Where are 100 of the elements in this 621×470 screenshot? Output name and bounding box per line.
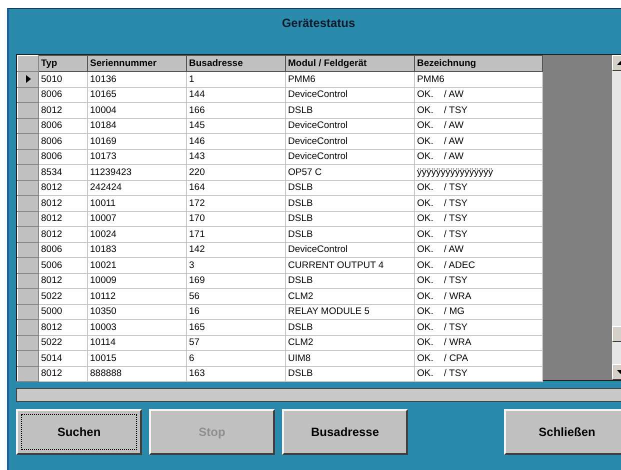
table-cell: OK. / CPA bbox=[414, 350, 542, 366]
table-cell: OK. / TSY bbox=[414, 102, 542, 118]
table-cell: OK. / AW bbox=[414, 87, 542, 102]
table-cell: 170 bbox=[186, 211, 286, 226]
table-cell: DSLB bbox=[286, 196, 414, 211]
table-cell: DeviceControl bbox=[286, 87, 414, 102]
table-cell: 8012 bbox=[38, 226, 88, 242]
table-cell: 8006 bbox=[38, 134, 88, 149]
table-cell: 5014 bbox=[38, 350, 88, 366]
table-cell: 10350 bbox=[88, 304, 186, 320]
table-cell: 10165 bbox=[88, 87, 186, 102]
table-cell: 242424 bbox=[88, 180, 186, 196]
table-cell: 5006 bbox=[38, 258, 88, 273]
table-cell: CLM2 bbox=[286, 335, 414, 350]
table-cell: 8006 bbox=[38, 149, 88, 164]
table-cell: 888888 bbox=[88, 366, 186, 382]
table-cell: 10015 bbox=[88, 350, 186, 366]
table-cell: 5000 bbox=[38, 304, 88, 320]
table-cell: 10169 bbox=[88, 134, 186, 149]
table-cell: 10011 bbox=[88, 196, 186, 211]
table-cell: 10112 bbox=[88, 288, 186, 304]
table-cell: PMM6 bbox=[414, 72, 542, 87]
table-cell: 143 bbox=[186, 149, 286, 164]
table-cell: 57 bbox=[186, 335, 286, 350]
table-cell: CLM2 bbox=[286, 288, 414, 304]
column-header[interactable]: Busadresse bbox=[186, 56, 286, 72]
table-cell: 169 bbox=[186, 273, 286, 288]
table-cell: 10024 bbox=[88, 226, 186, 242]
table-cell: 10009 bbox=[88, 273, 186, 288]
column-header[interactable]: Modul / Feldgerät bbox=[286, 56, 414, 72]
table-cell: DSLB bbox=[286, 366, 414, 382]
column-header[interactable]: Typ bbox=[38, 56, 88, 72]
table-cell: 10136 bbox=[88, 72, 186, 87]
table-cell: DSLB bbox=[286, 102, 414, 118]
table-cell: OK. / MG bbox=[414, 304, 542, 320]
table-cell: 146 bbox=[186, 134, 286, 149]
table-cell: OK. / TSY bbox=[414, 273, 542, 288]
table-cell: 10173 bbox=[88, 149, 186, 164]
table-cell: 145 bbox=[186, 118, 286, 134]
table-cell: 8006 bbox=[38, 87, 88, 102]
table-cell: 220 bbox=[186, 164, 286, 180]
table-cell: DSLB bbox=[286, 320, 414, 335]
table-cell: 1 bbox=[186, 72, 286, 87]
window-title: Gerätestatus bbox=[282, 16, 356, 30]
table-cell: 3 bbox=[186, 258, 286, 273]
table-cell: DeviceControl bbox=[286, 118, 414, 134]
table-cell: OK. / TSY bbox=[414, 196, 542, 211]
table-cell: 163 bbox=[186, 366, 286, 382]
table-cell: OK. / WRA bbox=[414, 288, 542, 304]
search-button[interactable]: Suchen bbox=[16, 409, 142, 455]
table-cell: DSLB bbox=[286, 226, 414, 242]
table-cell: OK. / TSY bbox=[414, 180, 542, 196]
table-cell: 166 bbox=[186, 102, 286, 118]
table-cell: 8012 bbox=[38, 102, 88, 118]
table-cell: 10004 bbox=[88, 102, 186, 118]
table-cell: UIM8 bbox=[286, 350, 414, 366]
table-cell: 11239423 bbox=[88, 164, 186, 180]
table-cell: 10007 bbox=[88, 211, 186, 226]
table-cell: OK. / WRA bbox=[414, 335, 542, 350]
corner-header bbox=[18, 56, 38, 72]
table-cell: 144 bbox=[186, 87, 286, 102]
table-cell: 10021 bbox=[88, 258, 186, 273]
table-cell: 8012 bbox=[38, 273, 88, 288]
table-cell: 172 bbox=[186, 196, 286, 211]
table-cell: DeviceControl bbox=[286, 149, 414, 164]
close-button[interactable]: Schließen bbox=[504, 409, 621, 455]
table-cell: OK. / TSY bbox=[414, 320, 542, 335]
table-cell: DSLB bbox=[286, 273, 414, 288]
table-cell: OK. / AW bbox=[414, 149, 542, 164]
bus-address-button[interactable]: Busadresse bbox=[282, 409, 408, 455]
table-cell: PMM6 bbox=[286, 72, 414, 87]
table-cell: CURRENT OUTPUT 4 bbox=[286, 258, 414, 273]
table-cell: OK. / TSY bbox=[414, 211, 542, 226]
table-cell: 10114 bbox=[88, 335, 186, 350]
row-selector[interactable] bbox=[18, 72, 38, 87]
table-cell: DeviceControl bbox=[286, 242, 414, 258]
table-cell: 8012 bbox=[38, 366, 88, 382]
table-cell: DeviceControl bbox=[286, 134, 414, 149]
current-row-icon bbox=[26, 75, 30, 84]
table-cell: 8012 bbox=[38, 196, 88, 211]
table-cell: 56 bbox=[186, 288, 286, 304]
table-cell: 165 bbox=[186, 320, 286, 335]
table-cell: ÿÿÿÿÿÿÿÿÿÿÿÿÿÿÿÿ bbox=[414, 164, 542, 180]
table-cell: 8012 bbox=[38, 180, 88, 196]
table-cell: OK. / AW bbox=[414, 242, 542, 258]
table-cell: OK. / AW bbox=[414, 118, 542, 134]
table-cell: DSLB bbox=[286, 180, 414, 196]
table-cell: 5022 bbox=[38, 335, 88, 350]
table-cell: 10183 bbox=[88, 242, 186, 258]
table-cell: OK. / TSY bbox=[414, 366, 542, 382]
column-header[interactable]: Seriennummer bbox=[88, 56, 186, 72]
column-header[interactable]: Bezeichnung bbox=[414, 56, 542, 72]
table-cell: 10184 bbox=[88, 118, 186, 134]
table-cell: 8534 bbox=[38, 164, 88, 180]
table-cell: 5010 bbox=[38, 72, 88, 87]
table-cell: 164 bbox=[186, 180, 286, 196]
table-cell: DSLB bbox=[286, 211, 414, 226]
table-cell: 8012 bbox=[38, 211, 88, 226]
table-cell: RELAY MODULE 5 bbox=[286, 304, 414, 320]
table-cell: 5022 bbox=[38, 288, 88, 304]
